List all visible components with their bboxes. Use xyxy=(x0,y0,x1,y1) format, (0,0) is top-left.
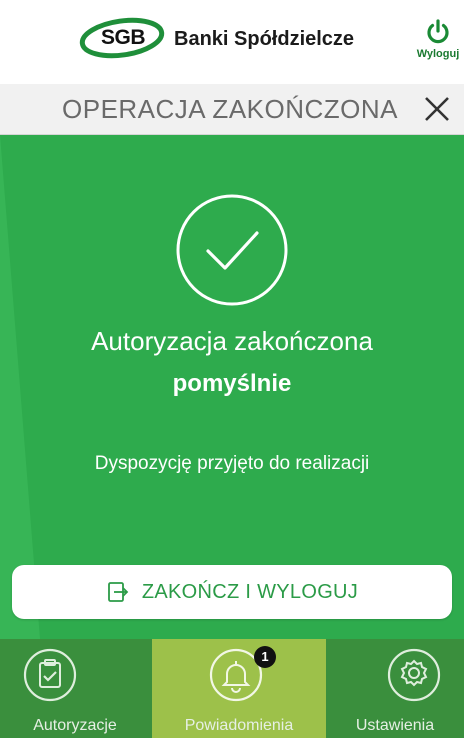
app-screen: SGB Banki Spółdzielcze Wyloguj OPERACJA … xyxy=(0,0,464,738)
gear-icon xyxy=(387,648,441,702)
page-title: OPERACJA ZAKOŃCZONA xyxy=(62,94,398,124)
bottom-nav: Autoryzacje 1 Powiadomienia Ustawienia xyxy=(0,639,464,738)
nav-item-notifications[interactable]: 1 Powiadomienia xyxy=(152,639,326,738)
logout-label: Wyloguj xyxy=(416,48,460,60)
clipboard-check-icon xyxy=(23,648,77,702)
nav-item-settings[interactable]: Ustawienia xyxy=(326,639,464,738)
power-icon xyxy=(427,19,449,44)
auth-status-text: Autoryzacja zakończona xyxy=(91,326,373,356)
auth-status-emphasis: pomyślnie xyxy=(172,370,292,397)
exit-icon xyxy=(107,582,129,602)
nav-label-settings: Ustawienia xyxy=(355,717,435,734)
auth-subtext: Dyspozycję przyjęto do realizacji xyxy=(94,453,370,474)
finish-logout-label: ZAKOŃCZ I WYLOGUJ xyxy=(141,580,359,603)
finish-logout-button[interactable]: ZAKOŃCZ I WYLOGUJ xyxy=(12,565,452,619)
logout-button[interactable]: Wyloguj xyxy=(412,18,464,60)
title-bar: OPERACJA ZAKOŃCZONA xyxy=(0,84,464,135)
sgb-logo: SGB xyxy=(78,14,168,62)
logo-text: SGB xyxy=(100,26,146,49)
nav-item-authorizations[interactable]: Autoryzacje xyxy=(0,639,150,738)
success-panel: Autoryzacja zakończona pomyślnie Dyspozy… xyxy=(0,135,464,639)
app-header: SGB Banki Spółdzielcze Wyloguj xyxy=(0,0,464,84)
checkmark-circle-icon xyxy=(176,194,288,306)
nav-label-notifications: Powiadomienia xyxy=(184,717,294,734)
close-icon[interactable] xyxy=(420,92,454,126)
nav-label-authorizations: Autoryzacje xyxy=(33,717,117,734)
brand-name: Banki Spółdzielcze xyxy=(174,28,355,50)
notification-badge: 1 xyxy=(254,646,276,668)
